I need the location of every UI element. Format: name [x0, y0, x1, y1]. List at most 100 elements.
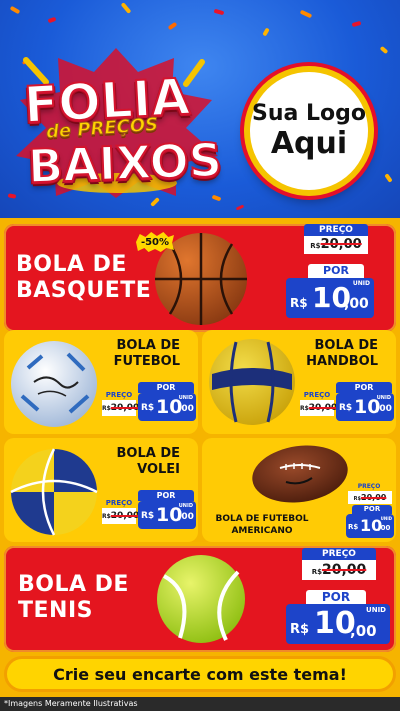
price-new-label: POR: [138, 490, 194, 501]
logo-baixos-text: BAIXOS: [26, 132, 224, 195]
product-title-line-1: BOLA DE: [18, 572, 129, 597]
price-new-label: POR: [308, 264, 364, 278]
price-old-label: PREÇO: [105, 391, 133, 399]
soccer-ball-icon: [11, 341, 97, 427]
brand-logo-placeholder: Sua Logo Aqui: [244, 66, 374, 196]
volleyball-icon: [10, 448, 98, 536]
price-currency: R$: [290, 622, 310, 637]
price-currency: R$: [290, 296, 308, 310]
price-tag: PREÇO R$20,00 POR R$ 10 ,00 UNID: [286, 224, 392, 328]
price-unit: UNID: [376, 395, 391, 401]
price-unit: UNID: [380, 516, 392, 521]
price-old-value: 20,00: [361, 493, 387, 502]
price-old-label: PREÇO: [357, 483, 381, 490]
price-currency: R$: [141, 511, 155, 521]
american-football-icon: [252, 445, 348, 503]
price-old-currency: R$: [310, 242, 321, 250]
confetti-piece: [9, 5, 21, 15]
price-decimal: ,00: [344, 296, 369, 312]
product-title-line-2: TENIS: [18, 598, 93, 624]
confetti-piece: [299, 9, 313, 19]
product-title: BOLA DE FUTEBOL: [114, 338, 180, 371]
price-old-currency: R$: [102, 513, 111, 520]
product-card-futebol-americano: BOLA DE FUTEBOL AMERICANO PREÇO R$20,00 …: [202, 438, 396, 542]
confetti-piece: [384, 173, 393, 183]
price-old-label: PREÇO: [303, 391, 331, 399]
price-old-currency: R$: [311, 568, 322, 576]
product-title-line-1: BOLA DE: [116, 338, 180, 353]
price-old-label: PREÇO: [302, 548, 376, 560]
product-title: BOLA DE HANDBOL: [306, 338, 378, 371]
product-title-line-1: BOLA DE: [314, 338, 378, 353]
price-decimal: ,00: [378, 524, 391, 532]
price-old: R$20,00: [304, 236, 368, 254]
price-old: R$20,00: [102, 400, 140, 416]
price-new-label: POR: [352, 505, 392, 514]
price-old: R$20,00: [300, 400, 338, 416]
price-old-value: 20,00: [110, 511, 140, 521]
product-title-line-2: VOLEI: [137, 462, 180, 478]
price-unit: UNID: [178, 395, 193, 401]
price-new-label: POR: [336, 382, 392, 393]
confetti-piece: [120, 2, 132, 14]
price-unit: UNID: [366, 606, 386, 614]
festival-logo: FOLIA de PREÇOS BAIXOS: [6, 38, 228, 198]
product-card-volei: BOLA DE VOLEI POR PREÇO R$20,00 R$ 10 ,0…: [4, 438, 198, 542]
product-card-basquete: BOLA DE BASQUETE PREÇO R$20,00 POR R$ 10…: [4, 224, 396, 332]
confetti-piece: [47, 16, 57, 24]
brand-line-2: Aqui: [270, 125, 348, 161]
product-title: BOLA DE VOLEI: [116, 446, 180, 479]
confetti-piece: [262, 27, 270, 37]
price-old-currency: R$: [353, 496, 362, 502]
product-title-line-2: AMERICANO: [231, 525, 293, 536]
product-title-line-2: BASQUETE: [16, 278, 152, 304]
confetti-piece: [150, 197, 160, 207]
header-banner: FOLIA de PREÇOS BAIXOS Sua Logo Aqui: [0, 0, 400, 222]
handball-icon: [209, 339, 295, 425]
product-title-line-1: BOLA DE: [16, 252, 127, 277]
cta-banner[interactable]: Crie seu encarte com este tema!: [4, 656, 396, 692]
confetti-piece: [167, 21, 178, 31]
price-new: R$ 10 ,00 UNID: [346, 514, 394, 538]
confetti-piece: [379, 45, 389, 55]
price-new: R$ 10 ,00 UNID: [286, 278, 374, 318]
price-currency: R$: [339, 403, 353, 413]
product-title: BOLA DE FUTEBOL AMERICANO: [202, 514, 322, 537]
product-title: BOLA DE TENIS: [18, 572, 129, 625]
price-new-label: POR: [138, 382, 194, 393]
brand-line-1: Sua Logo: [251, 101, 366, 127]
price-old-currency: R$: [300, 405, 309, 412]
price-old: R$20,00: [102, 508, 140, 524]
price-decimal: ,00: [350, 622, 377, 640]
price-new: R$ 10 ,00 UNID: [138, 501, 196, 529]
price-decimal: ,00: [178, 512, 194, 522]
price-unit: UNID: [178, 503, 193, 509]
price-new: R$ 10 ,00 UNID: [138, 393, 196, 421]
price-old-value: 20,00: [321, 562, 367, 578]
price-old-value: 20,00: [110, 403, 140, 413]
price-currency: R$: [348, 523, 359, 531]
price-tag: POR PREÇO R$20,00 R$ 10 ,00 UNID: [102, 490, 196, 540]
disclaimer-footer: *Imagens Meramente Ilustrativas: [0, 697, 400, 711]
product-card-handbol: BOLA DE HANDBOL POR PREÇO R$20,00 R$ 10 …: [202, 330, 396, 434]
price-old-value: 20,00: [320, 237, 362, 252]
product-title: BOLA DE BASQUETE: [16, 252, 151, 305]
flyer-page: FOLIA de PREÇOS BAIXOS Sua Logo Aqui BOL…: [0, 0, 400, 711]
product-title-line-2: FUTEBOL: [113, 354, 180, 370]
price-old: R$20,00: [302, 560, 376, 580]
price-old-label: PREÇO: [304, 224, 368, 236]
price-new-label: POR: [306, 590, 366, 604]
product-title-line-2: HANDBOL: [306, 354, 378, 370]
tennis-ball-icon: [157, 555, 245, 643]
price-tag: PREÇO R$20,00 POR R$ 10 ,00 UNID: [286, 548, 392, 648]
product-title-line-1: BOLA DE FUTEBOL: [215, 514, 309, 524]
price-unit: UNID: [352, 280, 370, 287]
price-old-label: PREÇO: [105, 499, 133, 507]
price-old-currency: R$: [102, 405, 111, 412]
price-new: R$ 10 ,00 UNID: [336, 393, 394, 421]
price-old-value: 20,00: [308, 403, 338, 413]
confetti-piece: [213, 8, 225, 16]
confetti-piece: [351, 20, 362, 28]
price-tag: PREÇO R$20,00 POR R$ 10 ,00 UNID: [346, 482, 394, 540]
price-currency: R$: [141, 403, 155, 413]
